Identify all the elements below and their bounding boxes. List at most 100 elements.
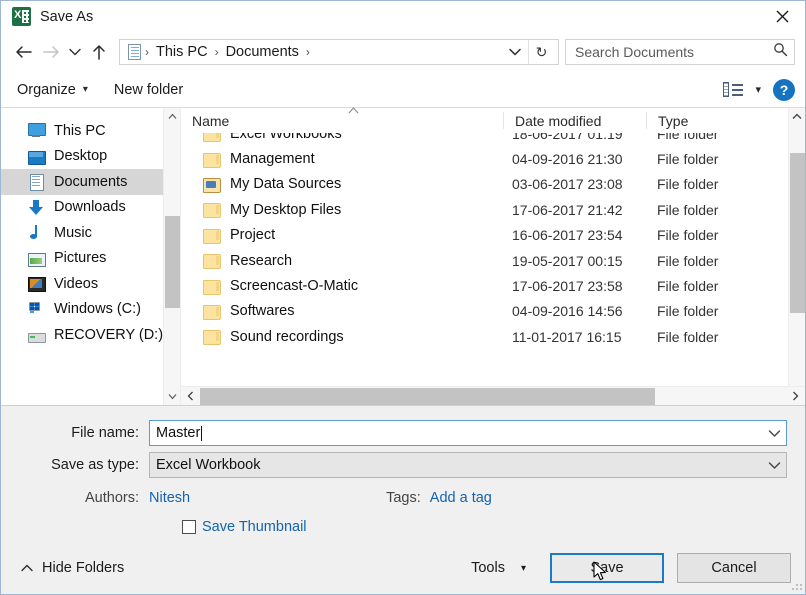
file-name-cell: My Desktop Files [181, 201, 504, 219]
hscroll-track[interactable] [200, 387, 786, 406]
breadcrumb-item-this-pc[interactable]: This PC [151, 44, 213, 60]
back-icon[interactable] [9, 38, 37, 66]
file-name-text: Screencast-O-Matic [230, 278, 359, 295]
list-scroll-up-icon[interactable] [789, 108, 805, 125]
file-row[interactable]: Excel Workbooks 18-06-2017 01:19 File fold… [181, 133, 805, 146]
sidebar-item-label: Downloads [54, 199, 126, 216]
command-toolbar: Organize ▾ New folder ▾ ? [1, 72, 805, 108]
list-scroll-thumb[interactable] [790, 153, 805, 313]
sidebar-scroll-down-icon[interactable] [164, 388, 181, 405]
sidebar-scrollbar[interactable] [163, 108, 180, 405]
sidebar-item-videos[interactable]: Videos [1, 271, 163, 297]
save-as-dialog: Save As [0, 0, 806, 595]
sidebar-item-windows-c[interactable]: Windows (C:) [1, 297, 163, 323]
file-date-cell: 17-06-2017 23:58 [512, 278, 623, 295]
file-name-dropdown-icon[interactable] [762, 421, 786, 445]
hscroll-right-icon[interactable] [786, 387, 805, 406]
file-row[interactable]: Screencast-O-Matic 17-06-2017 23:58 File f… [181, 273, 805, 298]
sidebar-scroll-up-icon[interactable] [164, 108, 180, 125]
folder-icon [203, 202, 221, 219]
resize-grip[interactable] [792, 582, 802, 592]
sort-indicator-icon [347, 106, 360, 117]
save-button[interactable]: Save [550, 553, 664, 583]
new-folder-button[interactable]: New folder [114, 82, 183, 98]
windows-drive-icon [27, 301, 45, 318]
sidebar-item-downloads[interactable]: Downloads [1, 195, 163, 221]
hscroll-left-icon[interactable] [181, 387, 200, 406]
column-header-date-modified[interactable]: Date modified [504, 112, 647, 129]
refresh-icon[interactable]: ↻ [528, 40, 554, 64]
search-icon[interactable] [773, 42, 788, 62]
browser-body: This PC Desktop Documents Downloads Music Pic… [1, 106, 805, 406]
file-name-text: Softwares [230, 303, 295, 320]
file-name-field[interactable]: Master [149, 420, 787, 446]
file-row[interactable]: My Data Sources 03-06-2017 23:08 File fold… [181, 172, 805, 197]
hscroll-thumb[interactable] [200, 387, 655, 405]
save-thumbnail-row[interactable]: Save Thumbnail [1, 512, 805, 542]
save-as-type-dropdown-icon[interactable] [762, 453, 786, 477]
sidebar-item-label: This PC [54, 122, 106, 139]
column-header-type[interactable]: Type [647, 112, 805, 129]
organize-button[interactable]: Organize ▾ [17, 82, 88, 98]
file-name-text: My Desktop Files [230, 201, 342, 218]
save-form: File name: Master Save as type: Excel Wo… [1, 406, 805, 542]
tools-button[interactable]: Tools ▾ [467, 560, 540, 576]
file-list-pane: Name Date modified Type Excel Workbooks 1… [180, 106, 805, 405]
breadcrumb[interactable]: › This PC › Documents › ↻ [119, 39, 559, 65]
excel-icon [12, 7, 31, 26]
file-list-horizontal-scrollbar[interactable] [181, 386, 805, 405]
file-row[interactable]: Project 16-06-2017 23:54 File folder [181, 223, 805, 248]
breadcrumb-dropdown-icon[interactable] [505, 47, 528, 57]
breadcrumb-item-documents[interactable]: Documents [221, 44, 304, 60]
recent-locations-icon[interactable] [65, 38, 85, 66]
file-row[interactable]: Softwares 04-09-2016 14:56 File folder [181, 299, 805, 324]
search-box[interactable] [565, 39, 795, 65]
save-thumbnail-label[interactable]: Save Thumbnail [202, 519, 307, 535]
sidebar-item-label: RECOVERY (D:) [54, 326, 163, 343]
sidebar-scroll-thumb[interactable] [165, 216, 180, 308]
file-name-cell: Management [181, 151, 504, 168]
sidebar-item-this-pc[interactable]: This PC [1, 118, 163, 144]
hide-folders-button[interactable]: Hide Folders [21, 560, 124, 576]
new-folder-label: New folder [113, 81, 184, 98]
text-caret [201, 425, 203, 441]
file-name-cell: Screencast-O-Matic [181, 278, 504, 295]
cancel-button[interactable]: Cancel [677, 553, 791, 583]
file-list-scrollbar[interactable] [788, 108, 805, 405]
tools-caret-icon: ▾ [520, 562, 526, 574]
save-as-type-field[interactable]: Excel Workbook [149, 452, 787, 478]
file-name-text: My Data Sources [230, 176, 342, 193]
authors-value[interactable]: Nitesh [149, 490, 190, 506]
up-icon[interactable] [85, 38, 113, 66]
file-row[interactable]: Sound recordings 11-01-2017 16:15 File fol… [181, 324, 805, 349]
hide-folders-label: Hide Folders [42, 560, 125, 576]
file-row[interactable]: Management 04-09-2016 21:30 File folder [181, 146, 805, 171]
window-title: Save As [40, 8, 94, 25]
file-date-cell: 18-06-2017 01:19 [512, 133, 623, 142]
file-name-text: Sound recordings [230, 328, 344, 345]
file-row[interactable]: My Desktop Files 17-06-2017 21:42 File fol… [181, 197, 805, 222]
sidebar-item-music[interactable]: Music [1, 220, 163, 246]
sidebar-item-documents[interactable]: Documents [1, 169, 163, 195]
tags-value[interactable]: Add a tag [430, 490, 492, 506]
recovery-drive-icon [27, 326, 46, 344]
close-icon[interactable] [759, 1, 805, 32]
tools-label: Tools [471, 560, 505, 576]
computer-icon [27, 122, 46, 139]
view-layout-icon[interactable] [723, 82, 744, 98]
title-bar: Save As [1, 1, 805, 32]
help-icon[interactable]: ? [773, 78, 795, 101]
file-name-text: Project [230, 227, 276, 244]
sidebar-item-recovery-d[interactable]: RECOVERY (D:) [1, 322, 163, 348]
search-input[interactable] [575, 44, 773, 60]
column-header-name[interactable]: Name [181, 112, 504, 129]
save-thumbnail-checkbox[interactable] [182, 520, 196, 534]
folder-icon [203, 304, 221, 320]
file-date-cell: 04-09-2016 14:56 [512, 303, 623, 320]
sidebar-item-pictures[interactable]: Pictures [1, 246, 163, 272]
metadata-row: Authors: Nitesh Tags: Add a tag [1, 484, 805, 512]
file-row[interactable]: Research 19-05-2017 00:15 File folder [181, 248, 805, 273]
sidebar-item-label: Windows (C:) [54, 301, 142, 318]
view-dropdown-icon[interactable]: ▾ [755, 83, 761, 96]
sidebar-item-desktop[interactable]: Desktop [1, 144, 163, 170]
